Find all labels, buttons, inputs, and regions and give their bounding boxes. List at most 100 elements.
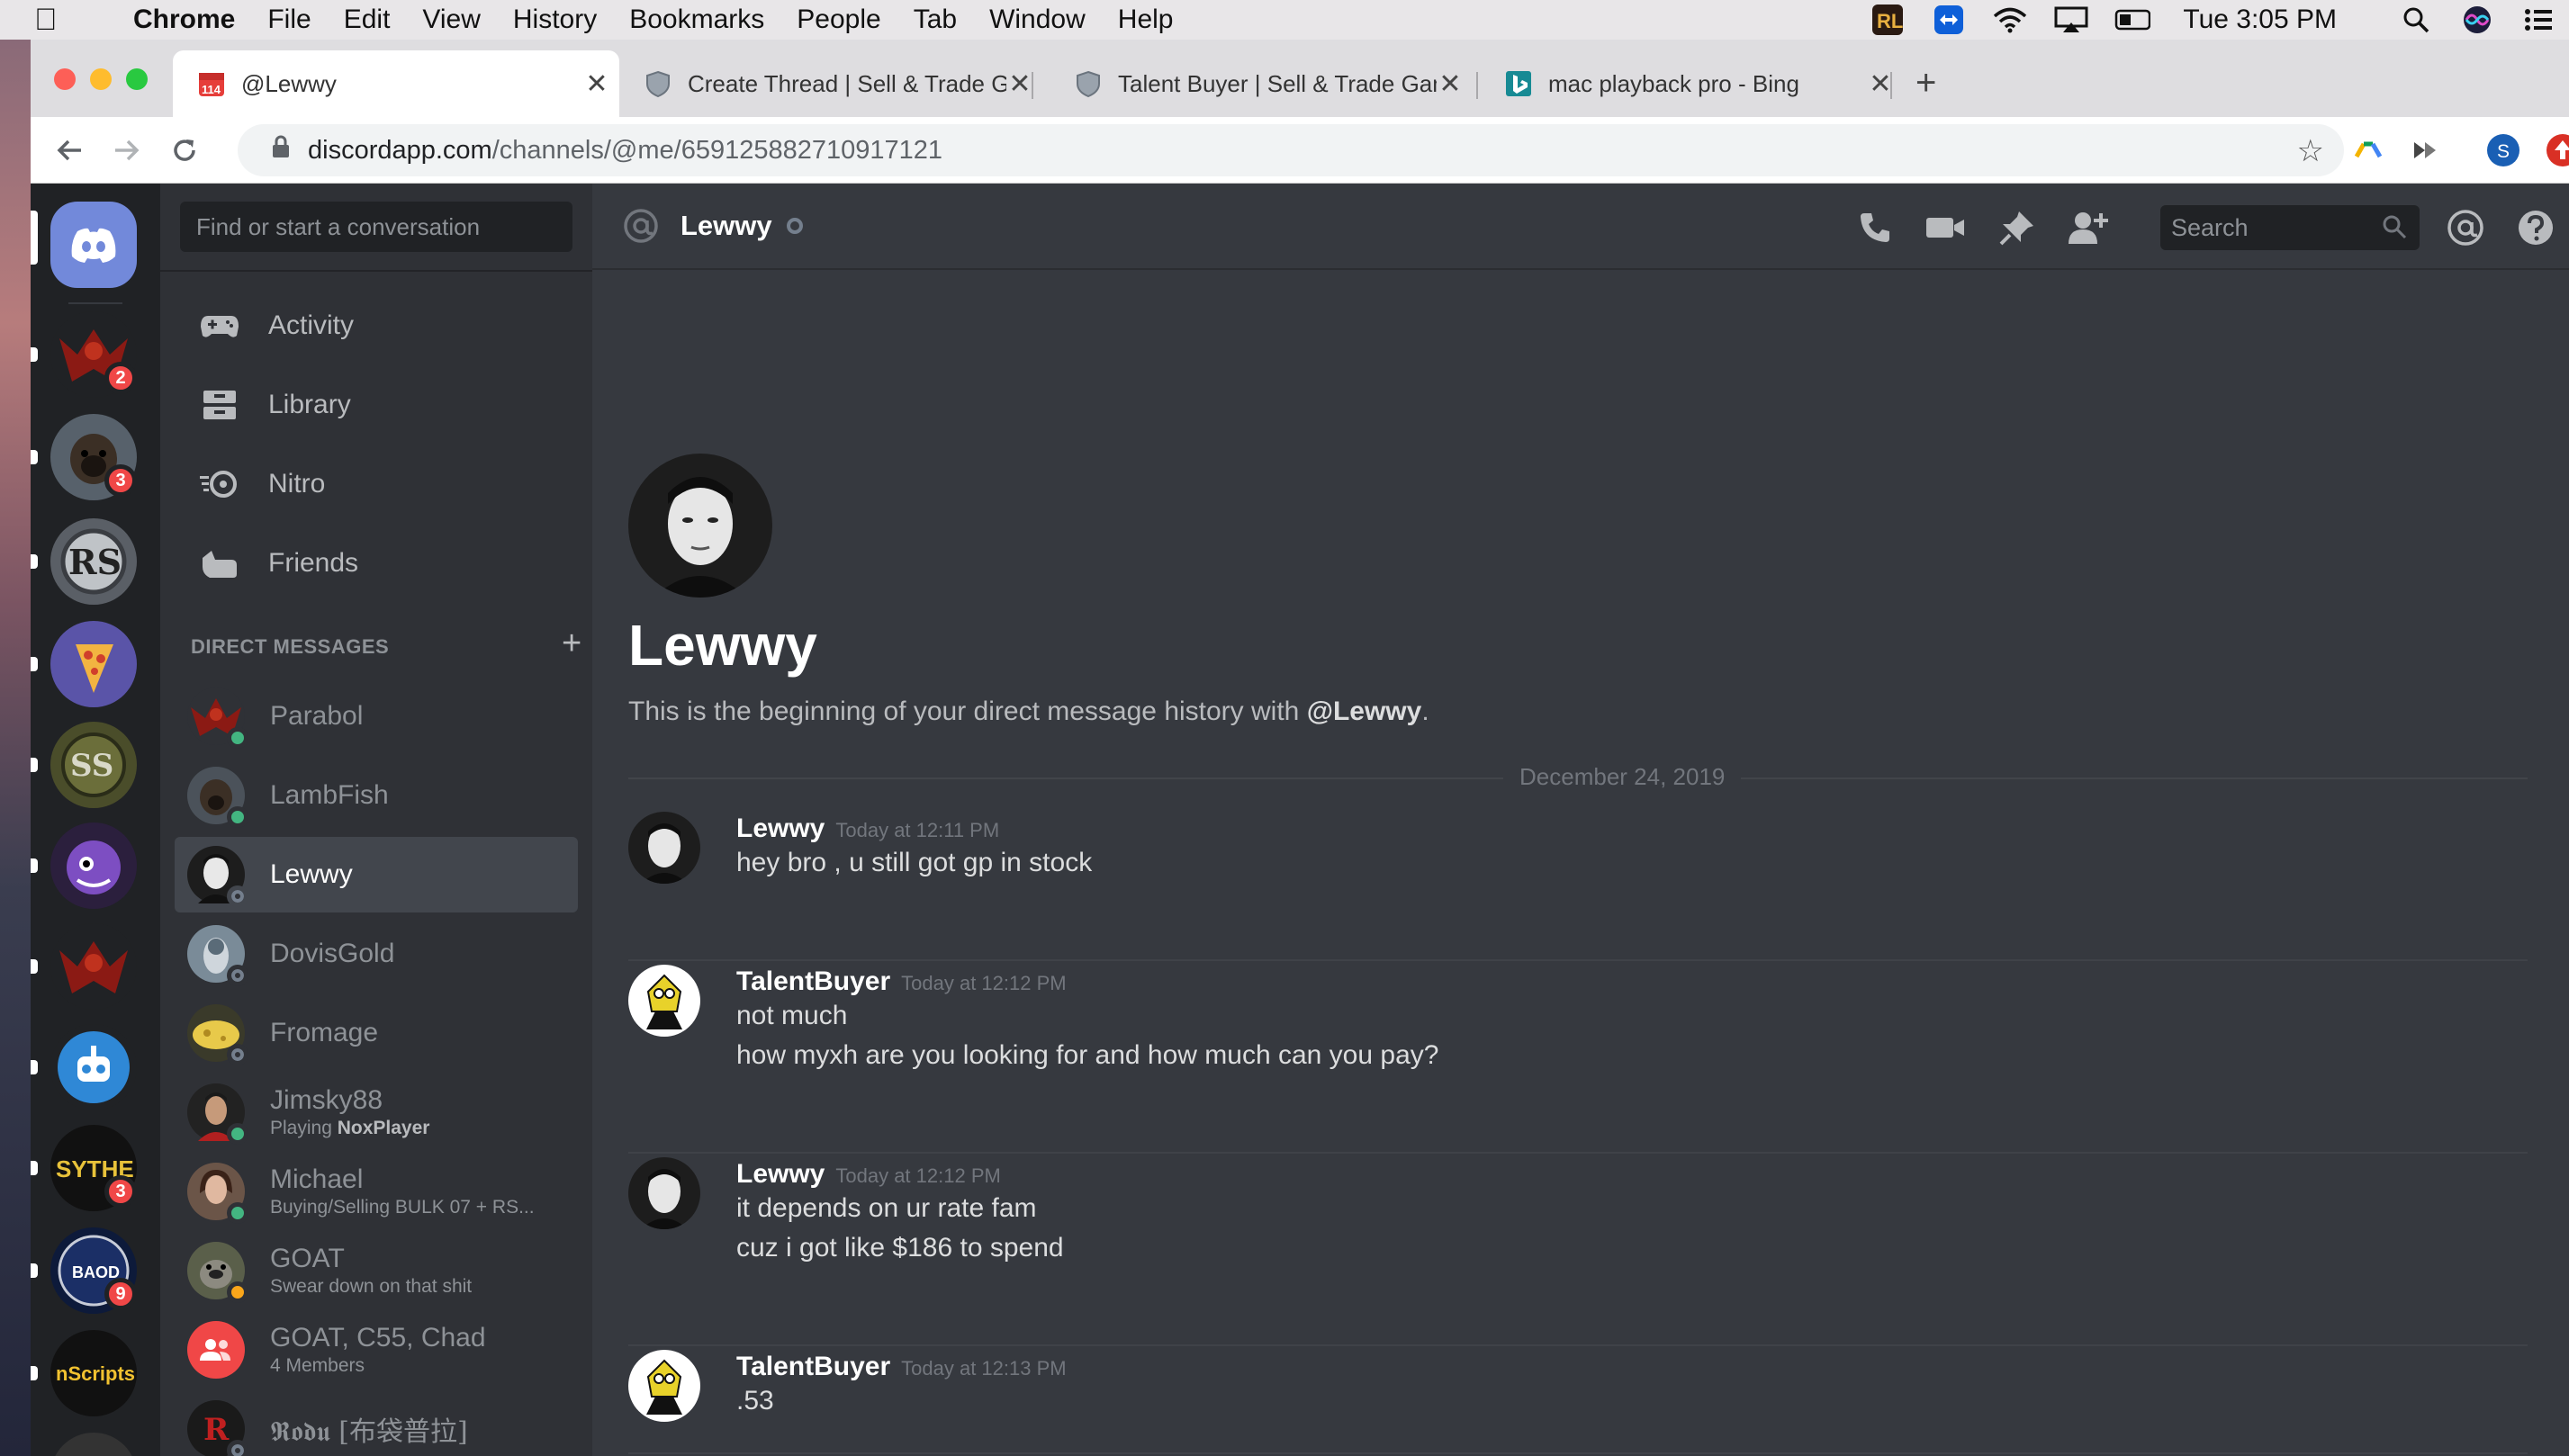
teamviewer-icon[interactable]: [1931, 5, 1967, 34]
apple-menu-icon[interactable]: : [34, 3, 70, 38]
avatar: [187, 688, 248, 749]
menu-app-name[interactable]: Chrome: [133, 4, 235, 35]
guild-pill: [31, 211, 38, 265]
guild-nscripts[interactable]: nScripts: [50, 1330, 137, 1416]
message-avatar[interactable]: [628, 1350, 700, 1422]
voice-call-icon[interactable]: [1854, 207, 1896, 248]
chat-search-input[interactable]: Search: [2160, 205, 2420, 250]
message-author[interactable]: TalentBuyer: [736, 1352, 890, 1382]
dm-item-dovisgold[interactable]: DovisGold: [175, 916, 578, 992]
nav-nitro[interactable]: Nitro: [160, 452, 592, 517]
tab-title: Talent Buyer | Sell & Trade Gam: [1118, 69, 1437, 97]
new-tab-button[interactable]: +: [1915, 63, 1936, 103]
airplay-icon[interactable]: [2053, 5, 2089, 34]
menubar-clock[interactable]: Tue 3:05 PM: [2183, 4, 2337, 35]
mention-badge: 3: [104, 464, 137, 497]
nav-friends[interactable]: Friends: [160, 531, 592, 596]
dm-item-fromage[interactable]: Fromage: [175, 995, 578, 1071]
spotlight-search-icon[interactable]: [2398, 5, 2434, 34]
google-drive-extension-icon[interactable]: [2351, 133, 2385, 167]
message[interactable]: Lewwy Today at 12:12 PM it depends on ur …: [628, 1157, 2528, 1274]
bookmark-star-icon[interactable]: ☆: [2297, 133, 2324, 169]
reload-icon[interactable]: [166, 131, 203, 169]
lock-icon[interactable]: [272, 135, 290, 166]
close-window-button[interactable]: [54, 68, 76, 90]
message-author[interactable]: TalentBuyer: [736, 966, 890, 997]
tab-create-thread[interactable]: Create Thread | Sell & Trade Ga ✕: [619, 50, 1042, 117]
menu-history[interactable]: History: [513, 4, 597, 35]
back-arrow-icon[interactable]: [50, 131, 88, 169]
guild-demon-2[interactable]: [50, 923, 137, 1010]
browser-toolbar: discordapp.com/channels/@me/659125882710…: [31, 117, 2569, 184]
address-bar[interactable]: discordapp.com/channels/@me/659125882710…: [238, 124, 2344, 176]
message-avatar[interactable]: [628, 1157, 700, 1229]
guild-ss[interactable]: SS: [50, 722, 137, 808]
pin-icon[interactable]: [1997, 207, 2038, 248]
avatar: [187, 925, 248, 986]
welcome-mention[interactable]: @Lewwy: [1307, 697, 1422, 726]
guild-robot[interactable]: [50, 1024, 137, 1110]
help-icon[interactable]: [2515, 207, 2556, 248]
forward-arrow-icon[interactable]: [108, 131, 146, 169]
find-conversation-button[interactable]: Find or start a conversation: [180, 202, 572, 252]
nav-label: Nitro: [268, 469, 326, 499]
guild-pizza[interactable]: [50, 621, 137, 707]
close-tab-icon[interactable]: ✕: [583, 68, 610, 100]
message-author[interactable]: Lewwy: [736, 813, 825, 844]
guild-rs[interactable]: RS: [50, 518, 137, 605]
menu-help[interactable]: Help: [1118, 4, 1174, 35]
close-tab-icon[interactable]: ✕: [1006, 68, 1033, 100]
menu-people[interactable]: People: [797, 4, 880, 35]
guild-purple-monster[interactable]: [50, 822, 137, 909]
menu-bookmarks[interactable]: Bookmarks: [629, 4, 764, 35]
dm-member-count: 4 Members: [270, 1355, 365, 1376]
maximize-window-button[interactable]: [126, 68, 148, 90]
create-dm-plus-icon[interactable]: +: [562, 625, 581, 663]
battery-icon[interactable]: [2114, 5, 2151, 34]
extension-arrows-icon[interactable]: [2409, 133, 2443, 167]
nav-library[interactable]: Library: [160, 373, 592, 437]
close-tab-icon[interactable]: ✕: [1437, 68, 1464, 100]
tab-bing[interactable]: mac playback pro - Bing ✕: [1480, 50, 1903, 117]
tab-talent-buyer[interactable]: Talent Buyer | Sell & Trade Gam ✕: [1050, 50, 1473, 117]
update-chrome-icon[interactable]: [2546, 133, 2569, 167]
status-idle-dot: [227, 1281, 248, 1303]
message[interactable]: Lewwy Today at 12:11 PM hey bro , u still…: [628, 812, 2528, 902]
menu-view[interactable]: View: [422, 4, 480, 35]
dm-item-rodu[interactable]: R 𝕽𝖔𝖉𝖚 [布袋普拉]: [175, 1391, 578, 1456]
guild-pill: [31, 554, 38, 569]
message-avatar[interactable]: [628, 812, 700, 884]
dm-item-goat[interactable]: GOAT Swear down on that shit: [175, 1233, 578, 1308]
tab-separator: [1476, 72, 1478, 99]
dm-item-lambfish[interactable]: LambFish: [175, 758, 578, 833]
menu-window[interactable]: Window: [989, 4, 1086, 35]
notification-center-icon[interactable]: [2520, 5, 2556, 34]
dm-item-jimsky88[interactable]: Jimsky88 Playing NoxPlayer: [175, 1074, 578, 1150]
dm-item-parabol[interactable]: Parabol: [175, 679, 578, 754]
shield-icon: [1075, 70, 1102, 97]
avatar: [187, 1321, 245, 1379]
video-call-icon[interactable]: [1924, 207, 1966, 248]
minimize-window-button[interactable]: [90, 68, 112, 90]
message-author[interactable]: Lewwy: [736, 1159, 825, 1190]
add-friend-to-dm-icon[interactable]: [2069, 207, 2110, 248]
runelite-icon[interactable]: RL: [1870, 4, 1906, 35]
dm-item-lewwy[interactable]: Lewwy: [175, 837, 578, 912]
profile-initial: S: [2497, 141, 2510, 162]
message-avatar[interactable]: [628, 965, 700, 1037]
guild-partial[interactable]: [50, 1433, 137, 1456]
menu-tab[interactable]: Tab: [914, 4, 957, 35]
dm-item-michael[interactable]: Michael Buying/Selling BULK 07 + RS...: [175, 1154, 578, 1229]
mentions-at-icon[interactable]: [2445, 207, 2486, 248]
dm-item-group[interactable]: GOAT, C55, Chad 4 Members: [175, 1312, 578, 1388]
menu-edit[interactable]: Edit: [344, 4, 391, 35]
tab-lewwy[interactable]: 114 @Lewwy ✕: [173, 50, 619, 117]
wifi-icon[interactable]: [1992, 5, 2028, 34]
menu-file[interactable]: File: [267, 4, 311, 35]
nav-activity[interactable]: Activity: [160, 293, 592, 358]
discord-home-button[interactable]: [50, 202, 137, 288]
profile-avatar[interactable]: S: [2486, 133, 2520, 167]
siri-icon[interactable]: [2459, 5, 2495, 34]
message[interactable]: TalentBuyer Today at 12:12 PM not much ho…: [628, 965, 2528, 1082]
message[interactable]: TalentBuyer Today at 12:13 PM .53: [628, 1350, 2528, 1440]
